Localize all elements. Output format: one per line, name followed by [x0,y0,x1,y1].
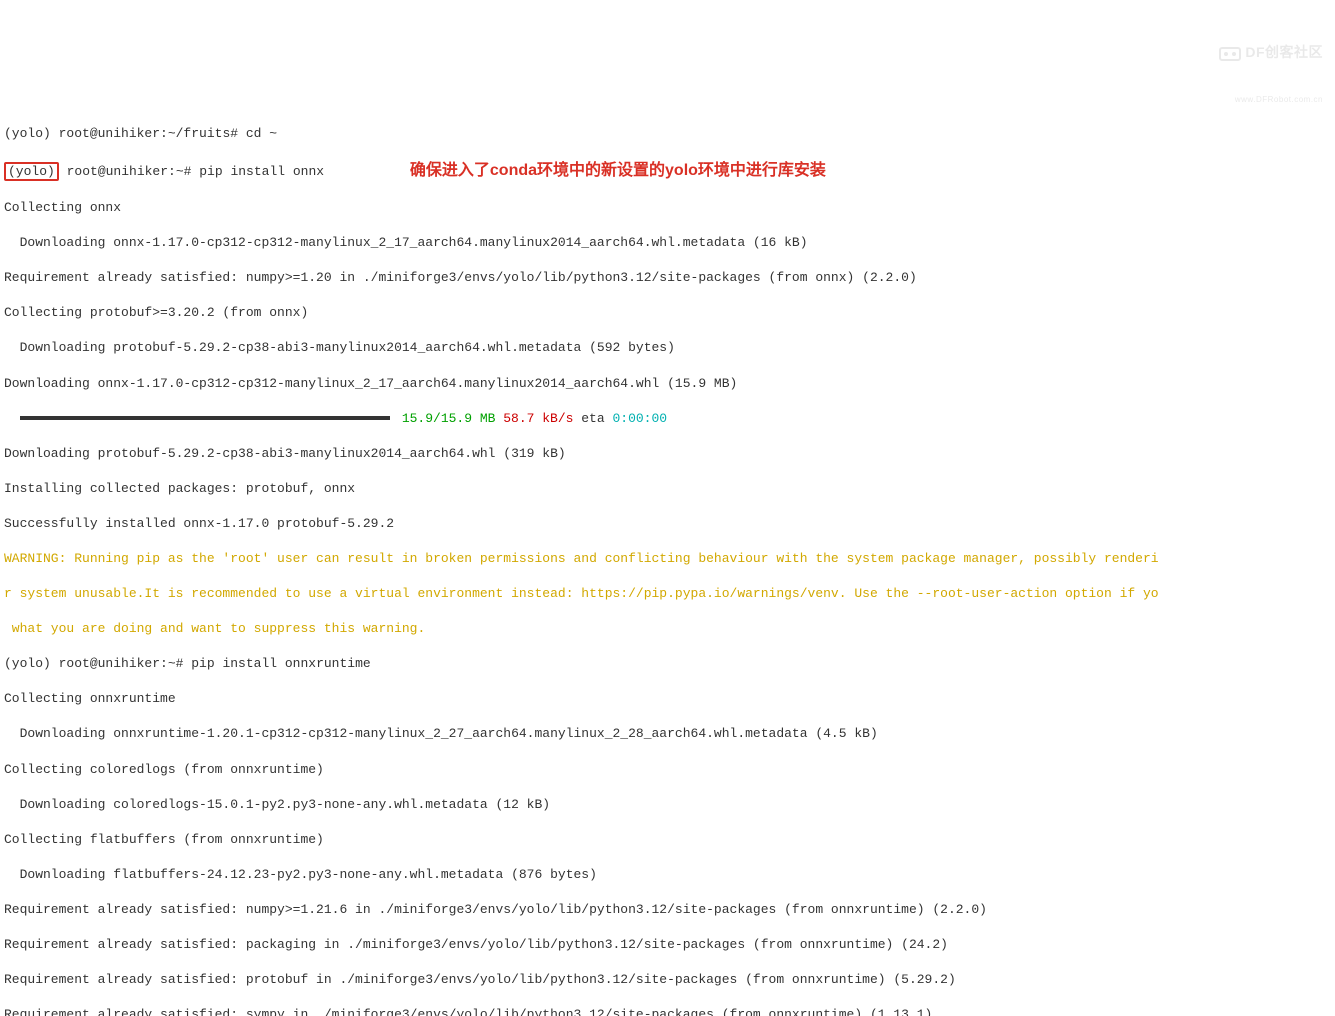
env-prefix: (yolo) [4,656,51,671]
progress-eta-label: eta [573,411,612,426]
terminal-line: Collecting protobuf>=3.20.2 (from onnx) [0,304,1335,322]
terminal-line: Downloading coloredlogs-15.0.1-py2.py3-n… [0,796,1335,814]
terminal-output: (yolo) root@unihiker:~/fruits# cd ~ (yol… [0,105,1335,1016]
command-text: pip install onnx [199,164,324,179]
shell-prompt: root@unihiker:~/fruits# [51,126,246,141]
terminal-line: (yolo) root@unihiker:~/fruits# cd ~ [0,125,1335,143]
terminal-line: Requirement already satisfied: numpy>=1.… [0,901,1335,919]
progress-line: 15.9/15.9 MB 58.7 kB/s eta 0:00:00 [0,410,1335,428]
progress-speed: 58.7 kB/s [495,411,573,426]
shell-prompt: root@unihiker:~# [59,164,199,179]
watermark-url: www.DFRobot.com.cn [1219,95,1323,106]
terminal-line: Downloading protobuf-5.29.2-cp38-abi3-ma… [0,445,1335,463]
terminal-line: Requirement already satisfied: protobuf … [0,971,1335,989]
progress-bar [20,416,390,420]
robot-icon [1219,47,1241,61]
shell-prompt: root@unihiker:~# [51,656,191,671]
terminal-line: Collecting flatbuffers (from onnxruntime… [0,831,1335,849]
watermark-title: DF创客社区 [1245,44,1323,60]
terminal-line: Requirement already satisfied: packaging… [0,936,1335,954]
terminal-line: Downloading flatbuffers-24.12.23-py2.py3… [0,866,1335,884]
terminal-line: Collecting coloredlogs (from onnxruntime… [0,761,1335,779]
terminal-line: Downloading onnxruntime-1.20.1-cp312-cp3… [0,725,1335,743]
warning-line: what you are doing and want to suppress … [0,620,1335,638]
terminal-line: (yolo) root@unihiker:~# pip install onnx… [0,655,1335,673]
terminal-line: Collecting onnx [0,199,1335,217]
terminal-line: Successfully installed onnx-1.17.0 proto… [0,515,1335,533]
terminal-line: Requirement already satisfied: numpy>=1.… [0,269,1335,287]
terminal-line: (yolo) root@unihiker:~# pip install onnx… [0,160,1335,182]
terminal-line: Collecting onnxruntime [0,690,1335,708]
command-text: cd ~ [246,126,277,141]
terminal-line: Downloading onnx-1.17.0-cp312-cp312-many… [0,375,1335,393]
warning-line: r system unusable.It is recommended to u… [0,585,1335,603]
highlighted-env-box: (yolo) [4,162,59,181]
terminal-line: Downloading protobuf-5.29.2-cp38-abi3-ma… [0,339,1335,357]
env-prefix: (yolo) [4,126,51,141]
env-prefix: (yolo) [8,164,55,179]
terminal-line: Downloading onnx-1.17.0-cp312-cp312-many… [0,234,1335,252]
command-text: pip install onnxruntime [191,656,370,671]
annotation-text: 确保进入了conda环境中的新设置的yolo环境中进行库安装 [410,162,826,179]
terminal-line: Requirement already satisfied: sympy in … [0,1006,1335,1016]
terminal-line: Installing collected packages: protobuf,… [0,480,1335,498]
warning-line: WARNING: Running pip as the 'root' user … [0,550,1335,568]
progress-size: 15.9/15.9 MB [402,411,496,426]
progress-eta: 0:00:00 [612,411,667,426]
